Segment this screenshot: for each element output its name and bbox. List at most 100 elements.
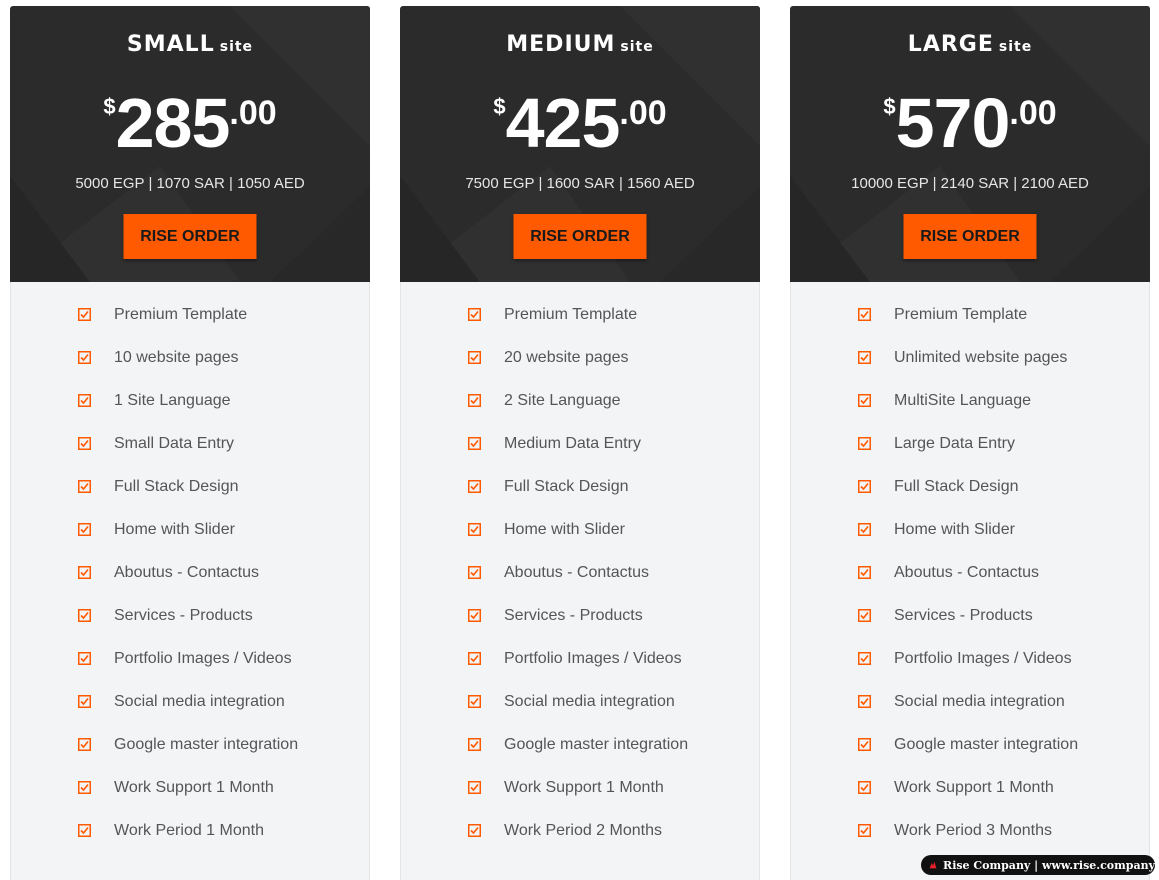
feature-label: Premium Template xyxy=(504,306,638,323)
feature-item: Unlimited website pages xyxy=(858,348,1149,391)
feature-item: 10 website pages xyxy=(78,348,369,391)
plan-features: Premium Template Unlimited website pages M… xyxy=(790,282,1150,880)
feature-label: Home with Slider xyxy=(894,521,1015,538)
feature-label: 20 website pages xyxy=(504,349,629,366)
price-currency: $ xyxy=(883,94,896,119)
feature-list: Premium Template Unlimited website pages M… xyxy=(791,305,1149,864)
checkbox-checked-icon xyxy=(78,523,91,536)
feature-label: Services - Products xyxy=(894,607,1033,624)
local-prices: 10000 EGP | 2140 SAR | 2100 AED xyxy=(851,175,1089,192)
plan-name: SMALL xyxy=(126,32,215,57)
checkbox-checked-icon xyxy=(78,824,91,837)
checkbox-checked-icon xyxy=(78,609,91,622)
checkbox-checked-icon xyxy=(468,824,481,837)
checkbox-checked-icon xyxy=(858,566,871,579)
feature-item: MultiSite Language xyxy=(858,391,1149,434)
feature-label: Aboutus - Contactus xyxy=(114,564,259,581)
feature-label: Social media integration xyxy=(114,693,285,710)
plan-title: SMALL site xyxy=(10,32,370,57)
feature-item: Social media integration xyxy=(858,692,1149,735)
feature-item: Google master integration xyxy=(468,735,759,778)
feature-label: Portfolio Images / Videos xyxy=(504,650,682,667)
feature-item: Full Stack Design xyxy=(78,477,369,520)
feature-item: Social media integration xyxy=(78,692,369,735)
rise-order-button[interactable]: RISE ORDER xyxy=(123,214,257,259)
price-currency: $ xyxy=(103,94,116,119)
local-prices: 7500 EGP | 1600 SAR | 1560 AED xyxy=(465,175,695,192)
checkbox-checked-icon xyxy=(78,437,91,450)
checkbox-checked-icon xyxy=(468,351,481,364)
checkbox-checked-icon xyxy=(468,695,481,708)
feature-label: Medium Data Entry xyxy=(504,435,641,452)
plan-price: $425.00 xyxy=(400,88,760,158)
feature-item: Work Support 1 Month xyxy=(858,778,1149,821)
feature-label: Work Period 2 Months xyxy=(504,822,662,839)
feature-item: Full Stack Design xyxy=(858,477,1149,520)
feature-item: Premium Template xyxy=(468,305,759,348)
feature-label: Aboutus - Contactus xyxy=(504,564,649,581)
feature-label: Work Period 3 Months xyxy=(894,822,1052,839)
plan-features: Premium Template 10 website pages 1 Site L… xyxy=(10,282,370,880)
feature-item: Google master integration xyxy=(858,735,1149,778)
checkbox-checked-icon xyxy=(858,738,871,751)
checkbox-checked-icon xyxy=(78,738,91,751)
checkbox-checked-icon xyxy=(78,308,91,321)
price-amount: 425 xyxy=(505,84,621,162)
feature-item: Services - Products xyxy=(78,606,369,649)
feature-label: Unlimited website pages xyxy=(894,349,1068,366)
feature-item: Full Stack Design xyxy=(468,477,759,520)
feature-item: Home with Slider xyxy=(468,520,759,563)
checkbox-checked-icon xyxy=(468,523,481,536)
watermark-text: Rise Company | www.rise.company xyxy=(943,858,1155,872)
feature-label: Services - Products xyxy=(114,607,253,624)
checkbox-checked-icon xyxy=(468,308,481,321)
checkbox-checked-icon xyxy=(858,308,871,321)
checkbox-checked-icon xyxy=(78,781,91,794)
feature-item: Medium Data Entry xyxy=(468,434,759,477)
plan-header: LARGE site $570.00 10000 EGP | 2140 SAR |… xyxy=(790,6,1150,282)
feature-item: Portfolio Images / Videos xyxy=(468,649,759,692)
feature-item: Work Period 2 Months xyxy=(468,821,759,864)
feature-item: Portfolio Images / Videos xyxy=(78,649,369,692)
local-prices: 5000 EGP | 1070 SAR | 1050 AED xyxy=(75,175,305,192)
plan-title: LARGE site xyxy=(790,32,1150,57)
feature-label: Large Data Entry xyxy=(894,435,1015,452)
feature-label: 1 Site Language xyxy=(114,392,231,409)
feature-item: Aboutus - Contactus xyxy=(468,563,759,606)
checkbox-checked-icon xyxy=(78,652,91,665)
price-cents: .00 xyxy=(1009,94,1057,132)
feature-list: Premium Template 20 website pages 2 Site L… xyxy=(401,305,759,864)
plan-card-medium: MEDIUM site $425.00 7500 EGP | 1600 SAR |… xyxy=(400,6,760,880)
feature-label: Work Support 1 Month xyxy=(894,779,1054,796)
feature-item: Premium Template xyxy=(78,305,369,348)
feature-label: Premium Template xyxy=(114,306,248,323)
feature-label: Google master integration xyxy=(894,736,1079,753)
plan-name-suffix: site xyxy=(219,39,254,55)
feature-label: Portfolio Images / Videos xyxy=(894,650,1072,667)
price-currency: $ xyxy=(493,94,506,119)
checkbox-checked-icon xyxy=(78,695,91,708)
checkbox-checked-icon xyxy=(468,437,481,450)
feature-item: 20 website pages xyxy=(468,348,759,391)
feature-item: Aboutus - Contactus xyxy=(78,563,369,606)
feature-item: Services - Products xyxy=(468,606,759,649)
feature-label: Home with Slider xyxy=(114,521,235,538)
rise-order-button[interactable]: RISE ORDER xyxy=(903,214,1037,259)
feature-label: Work Period 1 Month xyxy=(114,822,264,839)
feature-label: Services - Products xyxy=(504,607,643,624)
feature-list: Premium Template 10 website pages 1 Site L… xyxy=(11,305,369,864)
feature-item: Small Data Entry xyxy=(78,434,369,477)
checkbox-checked-icon xyxy=(468,609,481,622)
feature-label: 2 Site Language xyxy=(504,392,621,409)
checkbox-checked-icon xyxy=(858,523,871,536)
feature-item: Services - Products xyxy=(858,606,1149,649)
plan-price: $285.00 xyxy=(10,88,370,158)
rise-order-button[interactable]: RISE ORDER xyxy=(513,214,647,259)
feature-item: 2 Site Language xyxy=(468,391,759,434)
feature-label: Social media integration xyxy=(504,693,675,710)
plan-name: LARGE xyxy=(907,32,994,57)
feature-item: Work Support 1 Month xyxy=(468,778,759,821)
checkbox-checked-icon xyxy=(468,394,481,407)
feature-label: Full Stack Design xyxy=(114,478,239,495)
feature-item: Google master integration xyxy=(78,735,369,778)
